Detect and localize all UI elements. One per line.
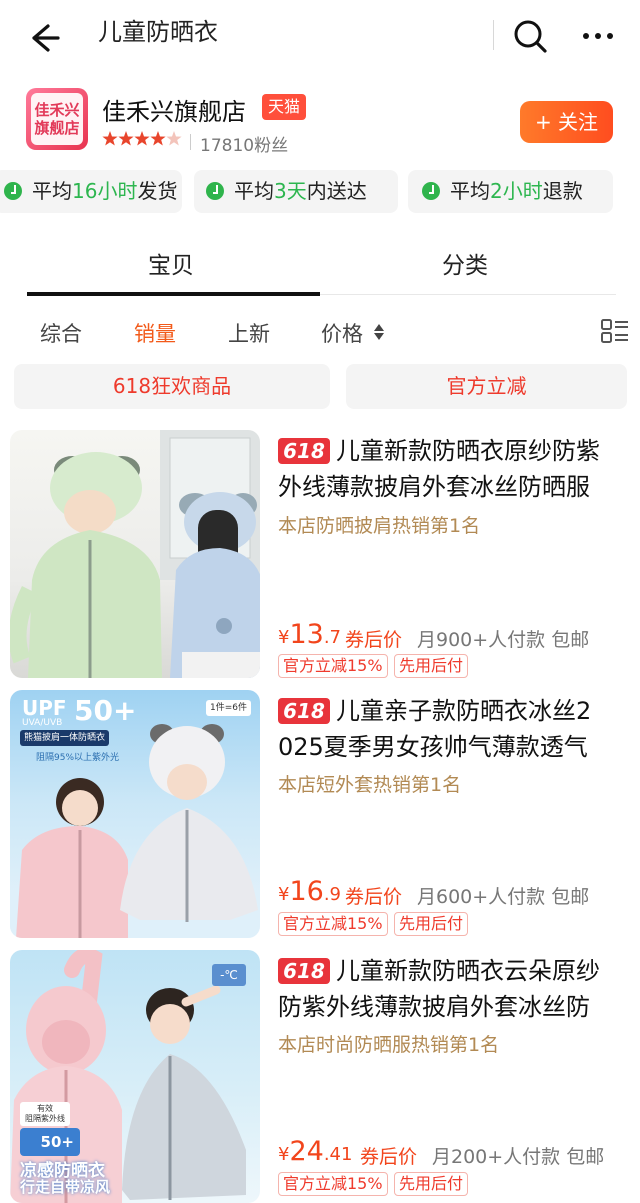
product-title-line2[interactable]: 外线薄款披肩外套冰丝防晒服 [278, 470, 632, 504]
top-bar: 儿童防晒衣 [0, 0, 640, 76]
rating-stars [102, 130, 186, 153]
after-coupon-label: 券后价 [345, 886, 403, 908]
price-int: 16 [289, 876, 324, 907]
search-query[interactable]: 儿童防晒衣 [98, 12, 218, 47]
store-logo[interactable]: 佳禾兴 旗舰店 [26, 88, 88, 150]
service-pre: 平均 [234, 179, 274, 203]
tag-discount: 官方立减15% [278, 654, 388, 678]
upf-label: UPF [22, 696, 67, 720]
more-icon[interactable] [578, 24, 618, 48]
upf-badge: 50+ [20, 1128, 80, 1156]
uva-label: UVA/UVB [22, 718, 63, 728]
sort-new[interactable]: 上新 [228, 318, 270, 348]
sort-arrows-icon [374, 324, 384, 340]
product-price: ¥16.9 [278, 876, 341, 907]
price-int: 24 [289, 1136, 324, 1167]
store-name[interactable]: 佳禾兴旗舰店 [102, 92, 246, 127]
divider [493, 20, 494, 50]
product-price: ¥13.7 [278, 619, 341, 650]
filter-official-discount[interactable]: 官方立减 [346, 364, 627, 409]
tag-discount: 官方立减15% [278, 1172, 388, 1196]
product-title-line1: 儿童新款防晒衣原纱防紫 [336, 437, 600, 465]
tab-categories[interactable]: 分类 [442, 246, 488, 280]
search-icon[interactable] [510, 16, 550, 56]
product-title[interactable]: 儿童新款防晒衣原纱防紫 [278, 434, 632, 468]
pack-label: 1件=6件 [206, 700, 251, 716]
tag-discount: 官方立减15% [278, 912, 388, 936]
sort-price[interactable]: 价格 [321, 318, 363, 348]
sort-overall[interactable]: 综合 [40, 318, 82, 348]
slogan-line2: 行走自带凉风 [20, 1178, 111, 1196]
sold-count: 月600+人付款 包邮 [417, 886, 590, 908]
product-rank: 本店时尚防晒服热销第1名 [278, 1034, 500, 1056]
tag-pay-later: 先用后付 [394, 654, 469, 678]
star-icons [102, 131, 182, 146]
upf-value: 50+ [74, 694, 137, 727]
layout-toggle-icon[interactable] [600, 318, 630, 344]
back-arrow-icon[interactable] [22, 18, 62, 58]
product-feature-sub: 阻隔95%以上紫外光 [36, 753, 120, 763]
uv-block-label: 有效 阻隔紫外线 [20, 1102, 70, 1126]
product-photo-illustration [10, 430, 260, 678]
service-chip-delivery: 平均3天内送达 [194, 170, 398, 213]
price-dec: .9 [323, 884, 341, 905]
follow-button[interactable]: + 关注 [520, 101, 613, 143]
service-num: 3天 [274, 179, 307, 203]
service-pre: 平均 [450, 179, 490, 203]
after-coupon-label: 券后价 [345, 629, 403, 651]
after-coupon-label: 券后价 [360, 1146, 418, 1168]
store-logo-text-1: 佳禾兴 [34, 101, 80, 119]
service-post: 内送达 [306, 179, 367, 203]
tmall-badge: 天猫 [262, 94, 307, 120]
sold-count: 月900+人付款 包邮 [417, 629, 590, 651]
price-int: 13 [289, 619, 324, 650]
product-rank: 本店短外套热销第1名 [278, 774, 462, 796]
product-title-line2[interactable]: 025夏季男女孩帅气薄款透气 [278, 730, 632, 764]
divider [190, 134, 191, 150]
service-num: 16小时 [72, 179, 138, 203]
clock-icon [206, 182, 224, 200]
service-chip-ship: 平均16小时发货 [0, 170, 182, 213]
sort-sales[interactable]: 销量 [134, 318, 176, 348]
sold-count: 月200+人付款 包邮 [432, 1146, 605, 1168]
product-image[interactable] [10, 430, 260, 678]
divider [320, 294, 616, 295]
shield-check-icon [422, 182, 440, 200]
service-pre: 平均 [32, 179, 72, 203]
product-price: ¥24.41 [278, 1136, 353, 1167]
fans-count: 17810粉丝 [200, 136, 289, 156]
tag-pay-later: 先用后付 [394, 1172, 469, 1196]
tab-products[interactable]: 宝贝 [148, 246, 194, 280]
temp-label: -℃ [212, 964, 246, 986]
check-icon [4, 182, 22, 200]
product-title-line1[interactable]: 儿童新款防晒衣云朵原纱 [278, 954, 632, 988]
uv-block-line2: 阻隔紫外线 [25, 1114, 65, 1123]
service-post: 退款 [542, 179, 583, 203]
product-image[interactable]: -℃ 有效 阻隔紫外线 50+ 凉感防晒衣 行走自带凉风 [10, 950, 260, 1203]
price-dec: .7 [323, 627, 341, 648]
uv-block-line1: 有效 [37, 1104, 53, 1113]
store-logo-text-2: 旗舰店 [34, 119, 80, 137]
service-num: 2小时 [490, 179, 543, 203]
service-chip-refund: 平均2小时退款 [408, 170, 613, 213]
product-rank: 本店防晒披肩热销第1名 [278, 515, 481, 537]
product-image[interactable]: UPF UVA/UVB 50+ 熊猫披肩一体防晒衣 阻隔95%以上紫外光 1件=… [10, 690, 260, 938]
product-title-line2[interactable]: 防紫外线薄款披肩外套冰丝防 [278, 990, 632, 1024]
tag-pay-later: 先用后付 [394, 912, 469, 936]
active-tab-indicator [27, 292, 320, 296]
product-title-line1[interactable]: 儿童亲子款防晒衣冰丝2 [278, 694, 632, 728]
product-feature-label: 熊猫披肩一体防晒衣 [20, 730, 110, 746]
price-dec: .41 [323, 1144, 353, 1165]
filter-618[interactable]: 618狂欢商品 [14, 364, 330, 409]
service-post: 发货 [137, 179, 178, 203]
